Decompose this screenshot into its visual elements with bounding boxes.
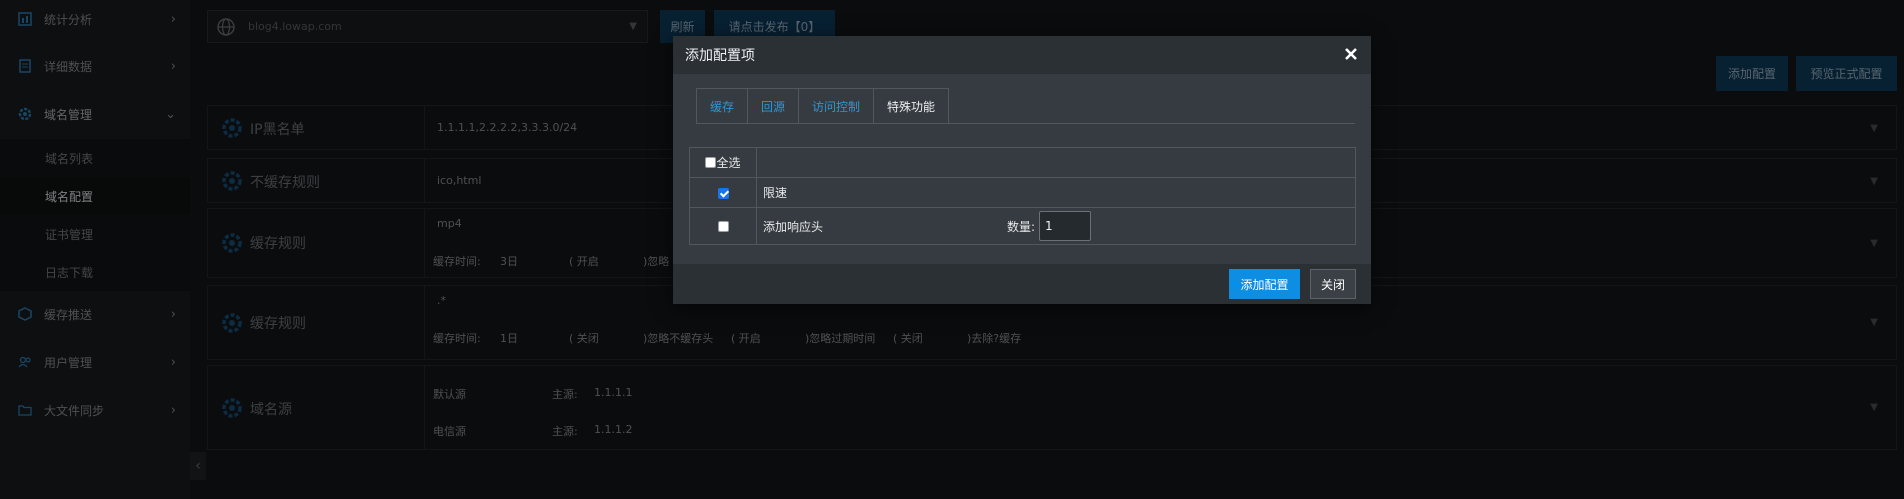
checkbox-cell	[689, 177, 757, 208]
feature-label: 添加响应头	[763, 219, 824, 234]
feature-cell: 添加响应头 数量: 1	[756, 207, 1356, 245]
rate-limit-checkbox[interactable]	[717, 187, 729, 199]
quantity-input[interactable]: 1	[1039, 211, 1092, 241]
select-all-checkbox[interactable]	[705, 157, 717, 168]
add-config-submit-button[interactable]: 添加配置	[1229, 269, 1300, 299]
modal-header: 添加配置项	[673, 36, 1371, 74]
tab-cache[interactable]: 缓存	[696, 88, 748, 124]
modal-footer: 添加配置 关闭	[673, 264, 1371, 304]
select-all-label: 全选	[716, 156, 741, 170]
add-config-modal: 添加配置项 缓存 回源 访问控制 特殊功能 全选 限速 添加响应头 数量: 1	[673, 36, 1371, 304]
tab-special-features[interactable]: 特殊功能	[873, 88, 950, 124]
modal-title: 添加配置项	[685, 48, 755, 64]
close-button[interactable]: 关闭	[1310, 269, 1356, 299]
feature-table: 全选 限速 添加响应头 数量: 1	[689, 147, 1356, 245]
tab-access-control[interactable]: 访问控制	[798, 88, 874, 124]
table-row: 限速	[689, 177, 1356, 208]
tab-origin[interactable]: 回源	[747, 88, 799, 124]
select-all-cell: 全选	[689, 147, 757, 178]
close-icon[interactable]	[1343, 46, 1359, 62]
quantity-group: 数量: 1	[1007, 211, 1092, 241]
add-header-checkbox[interactable]	[717, 221, 729, 232]
feature-label: 限速	[756, 177, 1356, 208]
tabs-divider	[696, 123, 1355, 124]
table-header-row: 全选	[689, 147, 1356, 178]
checkbox-cell	[689, 207, 757, 245]
table-row: 添加响应头 数量: 1	[689, 207, 1356, 245]
quantity-label: 数量:	[1007, 219, 1036, 234]
modal-tabs: 缓存 回源 访问控制 特殊功能	[696, 88, 950, 124]
table-header-cell	[756, 147, 1356, 178]
